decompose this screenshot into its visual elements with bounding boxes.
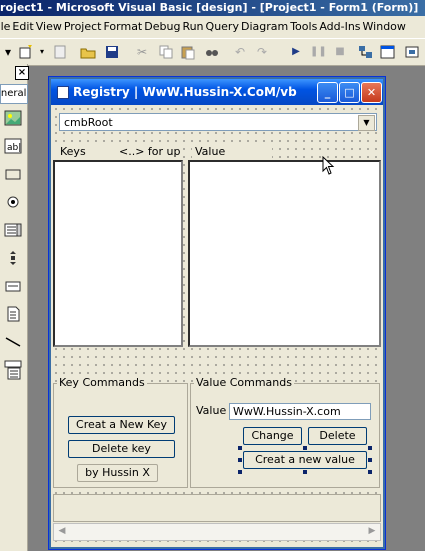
key-commands-caption: Key Commands [57, 376, 147, 389]
form-title: Registry | WwW.Hussin-X.CoM/vb [73, 85, 297, 99]
find-icon[interactable] [204, 44, 220, 60]
menu-edit[interactable]: Edit [12, 16, 37, 38]
selection-handle[interactable] [368, 470, 372, 474]
cut-icon[interactable]: ✂ [134, 44, 150, 60]
selection-handle[interactable] [238, 446, 242, 450]
menu-bar: FileEditViewProjectFormatDebugRunQueryDi… [0, 16, 425, 38]
svg-text:ab|: ab| [7, 143, 21, 153]
start-icon[interactable]: ▶ [288, 44, 304, 60]
up-hint-label: <..> for up [119, 145, 181, 158]
keys-listbox[interactable] [53, 160, 183, 347]
end-icon[interactable]: ■ [332, 44, 348, 60]
undo-icon[interactable]: ↶ [232, 44, 248, 60]
minimize-icon[interactable]: _ [317, 82, 338, 103]
form-icon [57, 86, 69, 99]
data-tool-icon[interactable] [4, 306, 22, 322]
root-combobox[interactable]: cmbRoot ▼ [59, 113, 377, 131]
ide-title-bar: Project1 - Microsoft Visual Basic [desig… [0, 0, 425, 16]
menu-debug[interactable]: Debug [144, 16, 184, 38]
horizontal-scrollbar[interactable]: ◀ ▶ [53, 523, 381, 541]
toolbox-tab-general[interactable]: General [0, 84, 28, 104]
redo-icon[interactable]: ↷ [254, 44, 270, 60]
keys-label-row: Keys <..> for up [55, 145, 183, 159]
value-input[interactable]: WwW.Hussin-X.com [229, 403, 371, 420]
create-key-button[interactable]: Creat a New Key [68, 416, 175, 434]
menu-query[interactable]: Query [206, 16, 243, 38]
maximize-icon[interactable]: □ [339, 82, 360, 103]
value-field-label: Value [196, 404, 227, 417]
toolbox: × General ab| [0, 64, 29, 551]
form-title-bar[interactable]: Registry | WwW.Hussin-X.CoM/vb _ □ ✕ [51, 79, 383, 105]
menu-diagram[interactable]: Diagram [241, 16, 292, 38]
credit-label: by Hussin X [77, 464, 158, 482]
selection-handle[interactable] [238, 458, 242, 462]
menu-tools[interactable]: Tools [290, 16, 321, 38]
properties-window-icon[interactable] [380, 44, 396, 60]
menu-window[interactable]: Window [363, 16, 410, 38]
value-header-label: Value [192, 145, 272, 159]
selection-handle[interactable] [303, 446, 307, 450]
change-button[interactable]: Change [243, 427, 302, 445]
delete-value-button[interactable]: Delete [308, 427, 367, 445]
delete-key-button[interactable]: Delete key [68, 440, 175, 458]
open-project-icon[interactable] [80, 44, 96, 60]
commandbutton-tool-icon[interactable] [4, 166, 22, 182]
save-project-icon[interactable] [104, 44, 120, 60]
value-commands-frame: Value Commands Value WwW.Hussin-X.com Ch… [190, 376, 380, 488]
selection-handle[interactable] [368, 446, 372, 450]
add-project-icon[interactable]: ▾ [0, 44, 16, 60]
statusbar [53, 494, 381, 522]
combo-value: cmbRoot [64, 116, 113, 129]
menu-format[interactable]: Format [103, 16, 146, 38]
key-commands-frame: Key Commands Creat a New Key Delete key … [53, 376, 188, 488]
selection-handle[interactable] [238, 470, 242, 474]
standard-toolbar: ▾ ▾ ✂ ↶ ↷ ▶ ❚❚ ■ [0, 38, 425, 66]
timer-tool-icon[interactable] [4, 278, 22, 294]
value-commands-caption: Value Commands [194, 376, 294, 389]
listbox-tool-icon[interactable] [4, 222, 22, 238]
values-listbox[interactable] [188, 160, 381, 347]
paste-icon[interactable] [180, 44, 196, 60]
menu-project[interactable]: Project [64, 16, 106, 38]
scroll-left-icon[interactable]: ◀ [55, 524, 69, 538]
ide-title: Project1 - Microsoft Visual Basic [desig… [0, 1, 419, 14]
form-layout-icon[interactable] [404, 44, 420, 60]
copy-icon[interactable] [158, 44, 174, 60]
close-icon[interactable]: × [15, 66, 29, 80]
close-window-icon[interactable]: ✕ [361, 82, 382, 103]
chevron-down-icon[interactable]: ▼ [358, 115, 375, 131]
vscrollbar-tool-icon[interactable] [4, 250, 22, 266]
keys-label: Keys [60, 145, 86, 158]
create-value-button[interactable]: Creat a new value [243, 451, 367, 469]
break-icon[interactable]: ❚❚ [310, 44, 327, 60]
line-tool-icon[interactable] [4, 334, 22, 350]
menu-run[interactable]: Run [182, 16, 207, 38]
menu-editor-icon[interactable] [52, 44, 68, 60]
optionbutton-tool-icon[interactable] [4, 194, 22, 210]
menu-view[interactable]: View [36, 16, 66, 38]
picturebox-tool-icon[interactable] [4, 110, 22, 126]
selection-handle[interactable] [303, 470, 307, 474]
menu-add-ins[interactable]: Add-Ins [319, 16, 364, 38]
dropdown-icon[interactable]: ▾ [34, 44, 50, 60]
mouse-cursor-icon [322, 156, 335, 175]
selection-handle[interactable] [368, 458, 372, 462]
textbox-tool-icon[interactable]: ab| [4, 138, 22, 154]
add-form-icon[interactable] [18, 44, 34, 60]
project-explorer-icon[interactable] [358, 44, 374, 60]
ole-tool-icon[interactable] [4, 360, 22, 380]
scroll-right-icon[interactable]: ▶ [365, 524, 379, 538]
form-window: Registry | WwW.Hussin-X.CoM/vb _ □ ✕ cmb… [48, 76, 386, 550]
